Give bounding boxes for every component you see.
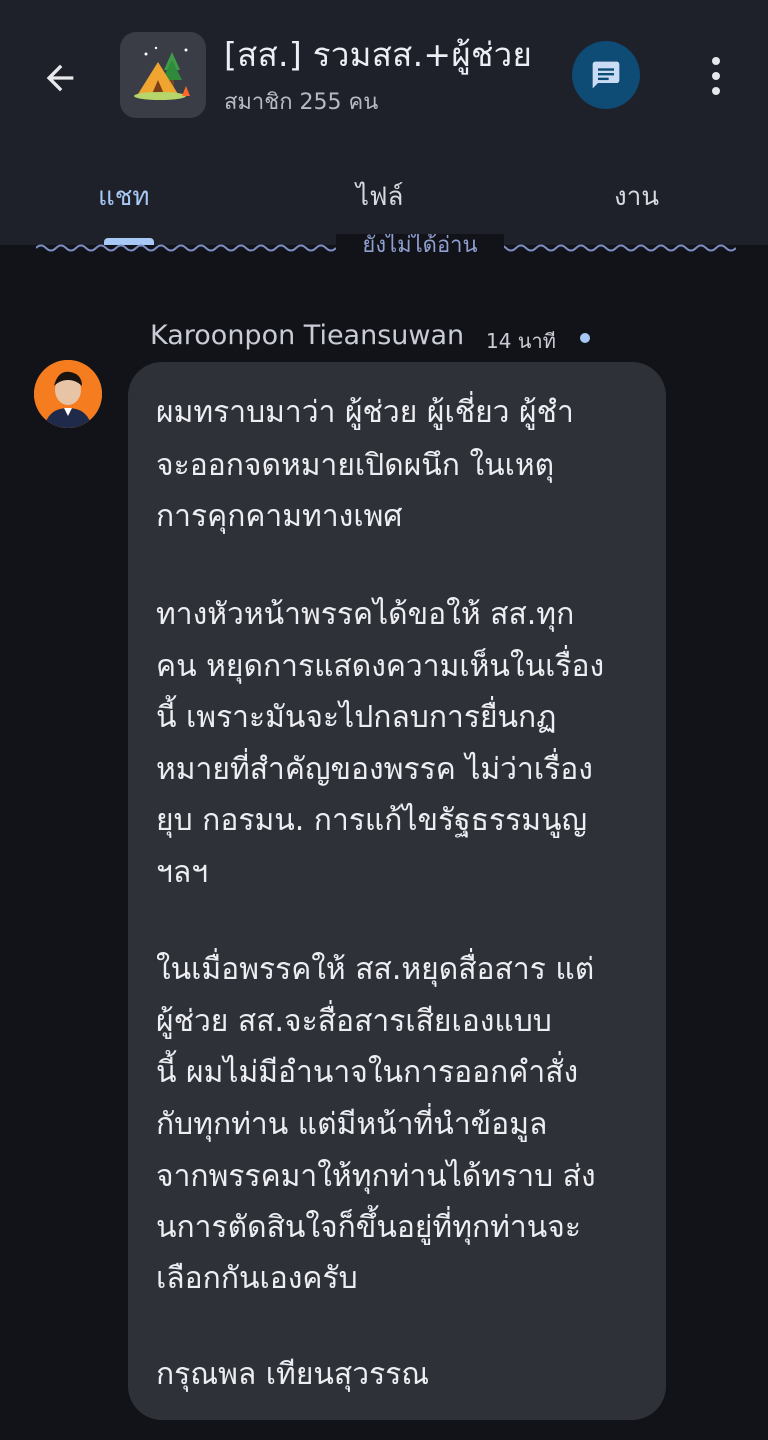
chat-bubble-icon <box>592 61 620 89</box>
chat-header: [สส.] รวมสส.+ผู้ช่วย สมาชิก 255 คน แชท ไ… <box>0 0 768 245</box>
message-line: นี้ เพราะมันจะไปกลบการยื่นกฏ <box>156 700 557 735</box>
message-line: กับทุกท่าน แต่มีหน้าที่นำข้อมูล <box>156 1107 548 1142</box>
chat-button[interactable] <box>572 41 640 109</box>
message-line: จากพรรคมาให้ทุกท่านได้ทราบ ส่ง <box>156 1159 596 1194</box>
avatar[interactable] <box>34 360 102 428</box>
sender-name: Karoonpon Tieansuwan <box>150 320 465 351</box>
more-vertical-icon <box>712 57 720 65</box>
message-line: ในเมื่อพรรคให้ สส.หยุดสื่อสาร แต่ <box>156 952 595 987</box>
message-line: เลือกกันเองครับ <box>156 1261 358 1296</box>
message-line: ทางหัวหน้าพรรคได้ขอให้ สส.ทุก <box>156 597 575 632</box>
more-options-button[interactable] <box>696 48 736 104</box>
tab-tasks[interactable]: งาน <box>614 176 659 217</box>
camping-tent-icon <box>134 46 190 100</box>
message-line: ฯลฯ <box>156 855 209 890</box>
message-line: ผู้ช่วย สส.จะสื่อสารเสียเองแบบ <box>156 1004 552 1039</box>
message-signature: กรุณพล เทียนสุวรรณ <box>156 1357 430 1392</box>
message-line: คน หยุดการแสดงความเห็นในเรื่อง <box>156 649 605 684</box>
sender-photo <box>34 360 102 428</box>
message-line: นการตัดสินใจก็ขึ้นอยู่ที่ทุกท่านจะ <box>156 1210 581 1245</box>
unread-divider: ยังไม่ได้อ่าน <box>36 234 736 262</box>
unread-label: ยังไม่ได้อ่าน <box>336 234 504 260</box>
message-line: ผมทราบมาว่า ผู้ช่วย ผู้เชี่ยว ผู้ชำ <box>156 395 574 430</box>
message-line: หมายที่สำคัญของพรรค ไม่ว่าเรื่อง <box>156 752 593 787</box>
message-line: นี้ ผมไม่มีอำนาจในการออกคำสั่ง <box>156 1055 579 1090</box>
tab-files[interactable]: ไฟล์ <box>356 176 403 217</box>
message-line: การคุกคามทางเพศ <box>156 499 403 534</box>
group-title: [สส.] รวมสส.+ผู้ช่วย <box>224 35 533 74</box>
group-avatar[interactable] <box>120 32 206 118</box>
message-line: ยุบ กอรมน. การแก้ไขรัฐธรรมนูญ <box>156 803 588 838</box>
member-count: สมาชิก 255 คน <box>224 90 379 115</box>
message-line: จะออกจดหมายเปิดผนึก ในเหตุ <box>156 448 555 483</box>
tab-chat[interactable]: แชท <box>98 176 150 217</box>
arrow-left-icon <box>46 64 74 92</box>
back-button[interactable] <box>32 50 88 106</box>
unread-indicator <box>580 333 590 343</box>
message-timestamp: 14 นาที <box>486 329 556 353</box>
